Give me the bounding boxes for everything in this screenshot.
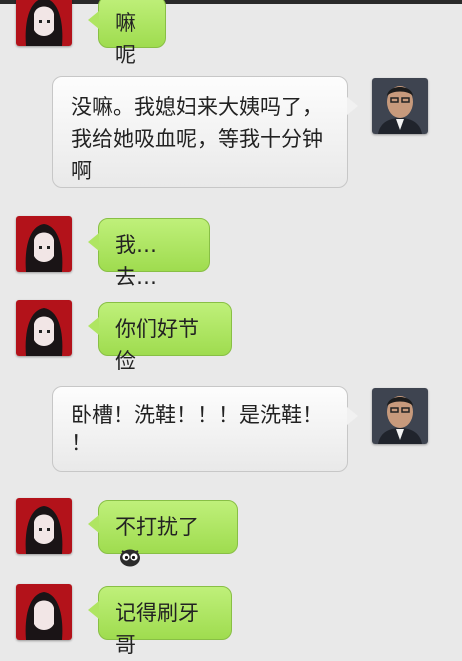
message-text-line: 啊 <box>71 159 92 183</box>
chat-view[interactable]: 嘛呢 没嘛。我媳妇来大姨吗了， 我给她吸血呢，等我十分钟 啊 我…去… 你们好节… <box>0 0 462 657</box>
message-bubble[interactable]: 卧槽！洗鞋！！！是洗鞋！ ！ <box>52 386 358 472</box>
message-text: 嘛呢 <box>115 11 136 67</box>
avatar-man-portrait[interactable] <box>372 78 428 134</box>
message-text: 你们好节俭 <box>115 317 199 373</box>
owl-face-icon <box>119 544 141 576</box>
message-text-line: 我给她吸血呢，等我十分钟 <box>71 127 323 151</box>
message-text: 我…去… <box>115 233 157 289</box>
message-bubble[interactable]: 没嘛。我媳妇来大姨吗了， 我给她吸血呢，等我十分钟 啊 <box>52 76 358 188</box>
avatar-anime-girl[interactable] <box>16 584 72 640</box>
message-bubble[interactable]: 嘛呢 <box>88 0 166 67</box>
avatar-anime-girl[interactable] <box>16 300 72 356</box>
avatar-anime-girl[interactable] <box>16 216 72 272</box>
message-text-line: ！ <box>71 431 92 455</box>
message-text-line: 卧槽！洗鞋！！！是洗鞋！ <box>71 403 323 427</box>
message-bubble[interactable]: 记得刷牙哥 <box>88 586 232 657</box>
avatar-anime-girl[interactable] <box>16 498 72 554</box>
message-bubble[interactable]: 我…去… <box>88 218 210 289</box>
avatar-anime-girl[interactable] <box>16 0 72 46</box>
message-text: 记得刷牙哥 <box>115 601 199 657</box>
message-text: 不打扰了 <box>115 515 199 539</box>
avatar-man-portrait[interactable] <box>372 388 428 444</box>
message-bubble[interactable]: 你们好节俭 <box>88 302 232 373</box>
message-text-line: 没嘛。我媳妇来大姨吗了， <box>71 95 323 119</box>
message-bubble[interactable]: 不打扰了 <box>88 500 238 567</box>
